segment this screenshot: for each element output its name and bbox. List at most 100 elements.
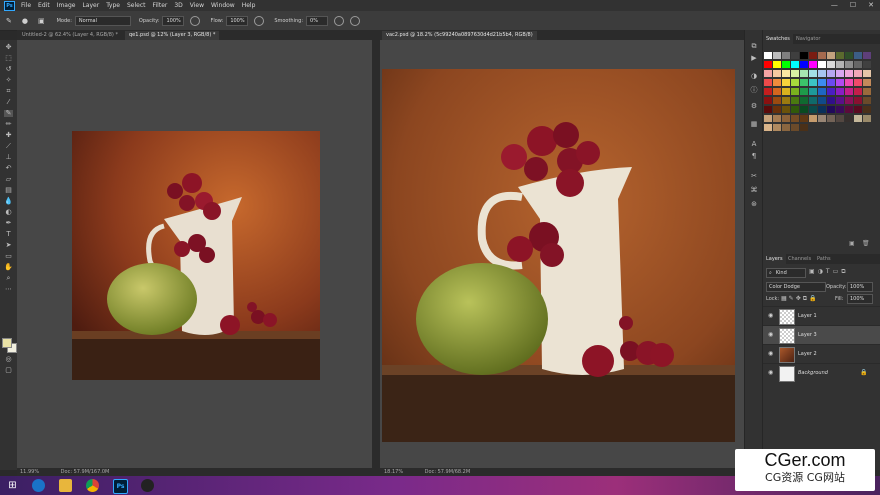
hand-tool-icon[interactable]: ✋ (4, 264, 13, 271)
foreground-color-swatch[interactable] (2, 338, 12, 348)
history-panel-icon[interactable]: ⧉ (750, 42, 758, 50)
clone-source-icon[interactable]: ⊛ (750, 200, 758, 208)
color-swatch[interactable] (773, 52, 781, 59)
color-swatch[interactable] (782, 61, 790, 68)
color-swatch[interactable] (836, 106, 844, 113)
color-swatch[interactable] (764, 124, 772, 131)
pencil-tool-icon[interactable]: ✏ (4, 121, 13, 128)
new-swatch-icon[interactable]: ▣ (849, 240, 855, 247)
color-swatch[interactable] (809, 79, 817, 86)
color-swatch[interactable] (845, 106, 853, 113)
color-swatch[interactable] (791, 79, 799, 86)
marquee-tool-icon[interactable]: ⬚ (4, 55, 13, 62)
color-swatch[interactable] (800, 70, 808, 77)
move-tool-icon[interactable]: ✥ (4, 44, 13, 51)
history-brush-tool-icon[interactable]: ↶ (4, 165, 13, 172)
color-swatch[interactable] (800, 61, 808, 68)
color-swatch[interactable] (773, 115, 781, 122)
color-swatch[interactable] (836, 97, 844, 104)
color-swatch[interactable] (818, 88, 826, 95)
eye-icon[interactable]: ◉ (768, 313, 774, 319)
photoshop-taskbar-icon[interactable]: Ps (113, 479, 128, 494)
color-swatch[interactable] (836, 88, 844, 95)
right-document-canvas[interactable] (382, 69, 735, 442)
brush-settings-icon[interactable]: ▣ (38, 17, 45, 25)
menu-window[interactable]: Window (211, 2, 235, 9)
color-swatch[interactable] (809, 70, 817, 77)
left-canvas-area[interactable] (17, 40, 372, 468)
color-swatch[interactable] (764, 52, 772, 59)
color-swatch[interactable] (773, 97, 781, 104)
gradient-tool-icon[interactable]: ▤ (4, 187, 13, 194)
color-swatch[interactable] (782, 79, 790, 86)
color-swatch[interactable] (845, 88, 853, 95)
tab-qe1[interactable]: qe1.psd @ 12% (Layer 3, RGB/8) * (125, 31, 220, 40)
properties-panel-icon[interactable]: ⚙ (750, 102, 758, 110)
layer-row-2[interactable]: ◉ Layer 3 (763, 325, 880, 345)
color-swatch[interactable] (782, 106, 790, 113)
obs-studio-icon[interactable] (141, 479, 154, 492)
color-swatch[interactable] (764, 79, 772, 86)
menu-image[interactable]: Image (57, 2, 76, 9)
more-tools-icon[interactable]: ⋯ (4, 286, 13, 293)
smoothing-gear-icon[interactable] (334, 15, 345, 26)
color-swatch[interactable] (773, 70, 781, 77)
quick-mask-icon[interactable]: ◎ (4, 356, 13, 363)
color-swatch[interactable] (827, 115, 835, 122)
maximize-button[interactable]: ☐ (850, 1, 856, 9)
character-panel-icon[interactable]: A (750, 140, 758, 148)
color-swatch[interactable] (791, 88, 799, 95)
screen-mode-icon[interactable]: ▢ (4, 367, 13, 374)
color-swatch[interactable] (863, 61, 871, 68)
color-swatch[interactable] (782, 52, 790, 59)
color-swatch[interactable] (800, 79, 808, 86)
color-swatch[interactable] (773, 61, 781, 68)
color-swatch[interactable] (827, 52, 835, 59)
color-swatch[interactable] (827, 88, 835, 95)
color-swatch[interactable] (800, 52, 808, 59)
tool-presets-icon[interactable]: ✂ (750, 172, 758, 180)
menu-layer[interactable]: Layer (82, 2, 99, 9)
brush-2-tool-icon[interactable]: ⟋ (4, 143, 13, 150)
color-swatch[interactable] (818, 70, 826, 77)
color-swatch[interactable] (791, 97, 799, 104)
path-select-tool-icon[interactable]: ➤ (4, 242, 13, 249)
color-swatch[interactable] (863, 115, 871, 122)
color-swatch[interactable] (836, 61, 844, 68)
lasso-tool-icon[interactable]: ↺ (4, 66, 13, 73)
opacity-input[interactable]: 100% (162, 15, 185, 26)
color-swatch[interactable] (782, 70, 790, 77)
color-swatch[interactable] (782, 88, 790, 95)
layer-row-4[interactable]: ◉ Background 🔒 (763, 363, 880, 383)
color-swatch[interactable] (800, 106, 808, 113)
color-swatch[interactable] (791, 52, 799, 59)
color-swatch[interactable] (827, 70, 835, 77)
color-swatch[interactable] (782, 124, 790, 131)
color-swatch[interactable] (854, 88, 862, 95)
eye-icon[interactable]: ◉ (768, 370, 774, 376)
blur-tool-icon[interactable]: 💧 (4, 198, 13, 205)
layer-row-1[interactable]: ◉ Layer 1 (763, 306, 880, 326)
brush-preset-icon[interactable]: ● (22, 17, 28, 25)
windows-start-icon[interactable]: ⊞ (6, 479, 19, 492)
dodge-tool-icon[interactable]: ◐ (4, 209, 13, 216)
color-swatch[interactable] (764, 70, 772, 77)
color-swatch[interactable] (827, 106, 835, 113)
color-swatch[interactable] (845, 97, 853, 104)
color-swatch[interactable] (809, 61, 817, 68)
menu-edit[interactable]: Edit (38, 2, 50, 9)
tab-channels[interactable]: Channels (785, 254, 814, 264)
color-swatch[interactable] (764, 61, 772, 68)
brush-settings-panel-icon[interactable]: ⌘ (750, 186, 758, 194)
color-swatch[interactable] (800, 88, 808, 95)
color-swatch[interactable] (818, 115, 826, 122)
color-swatch[interactable] (809, 88, 817, 95)
color-swatch[interactable] (863, 79, 871, 86)
menu-view[interactable]: View (190, 2, 204, 9)
menu-3d[interactable]: 3D (174, 2, 182, 9)
color-swatch[interactable] (818, 106, 826, 113)
tab-paths[interactable]: Paths (814, 254, 834, 264)
brush-tool-icon[interactable]: ✎ (6, 17, 12, 25)
color-swatch[interactable] (845, 70, 853, 77)
color-swatch[interactable] (836, 115, 844, 122)
